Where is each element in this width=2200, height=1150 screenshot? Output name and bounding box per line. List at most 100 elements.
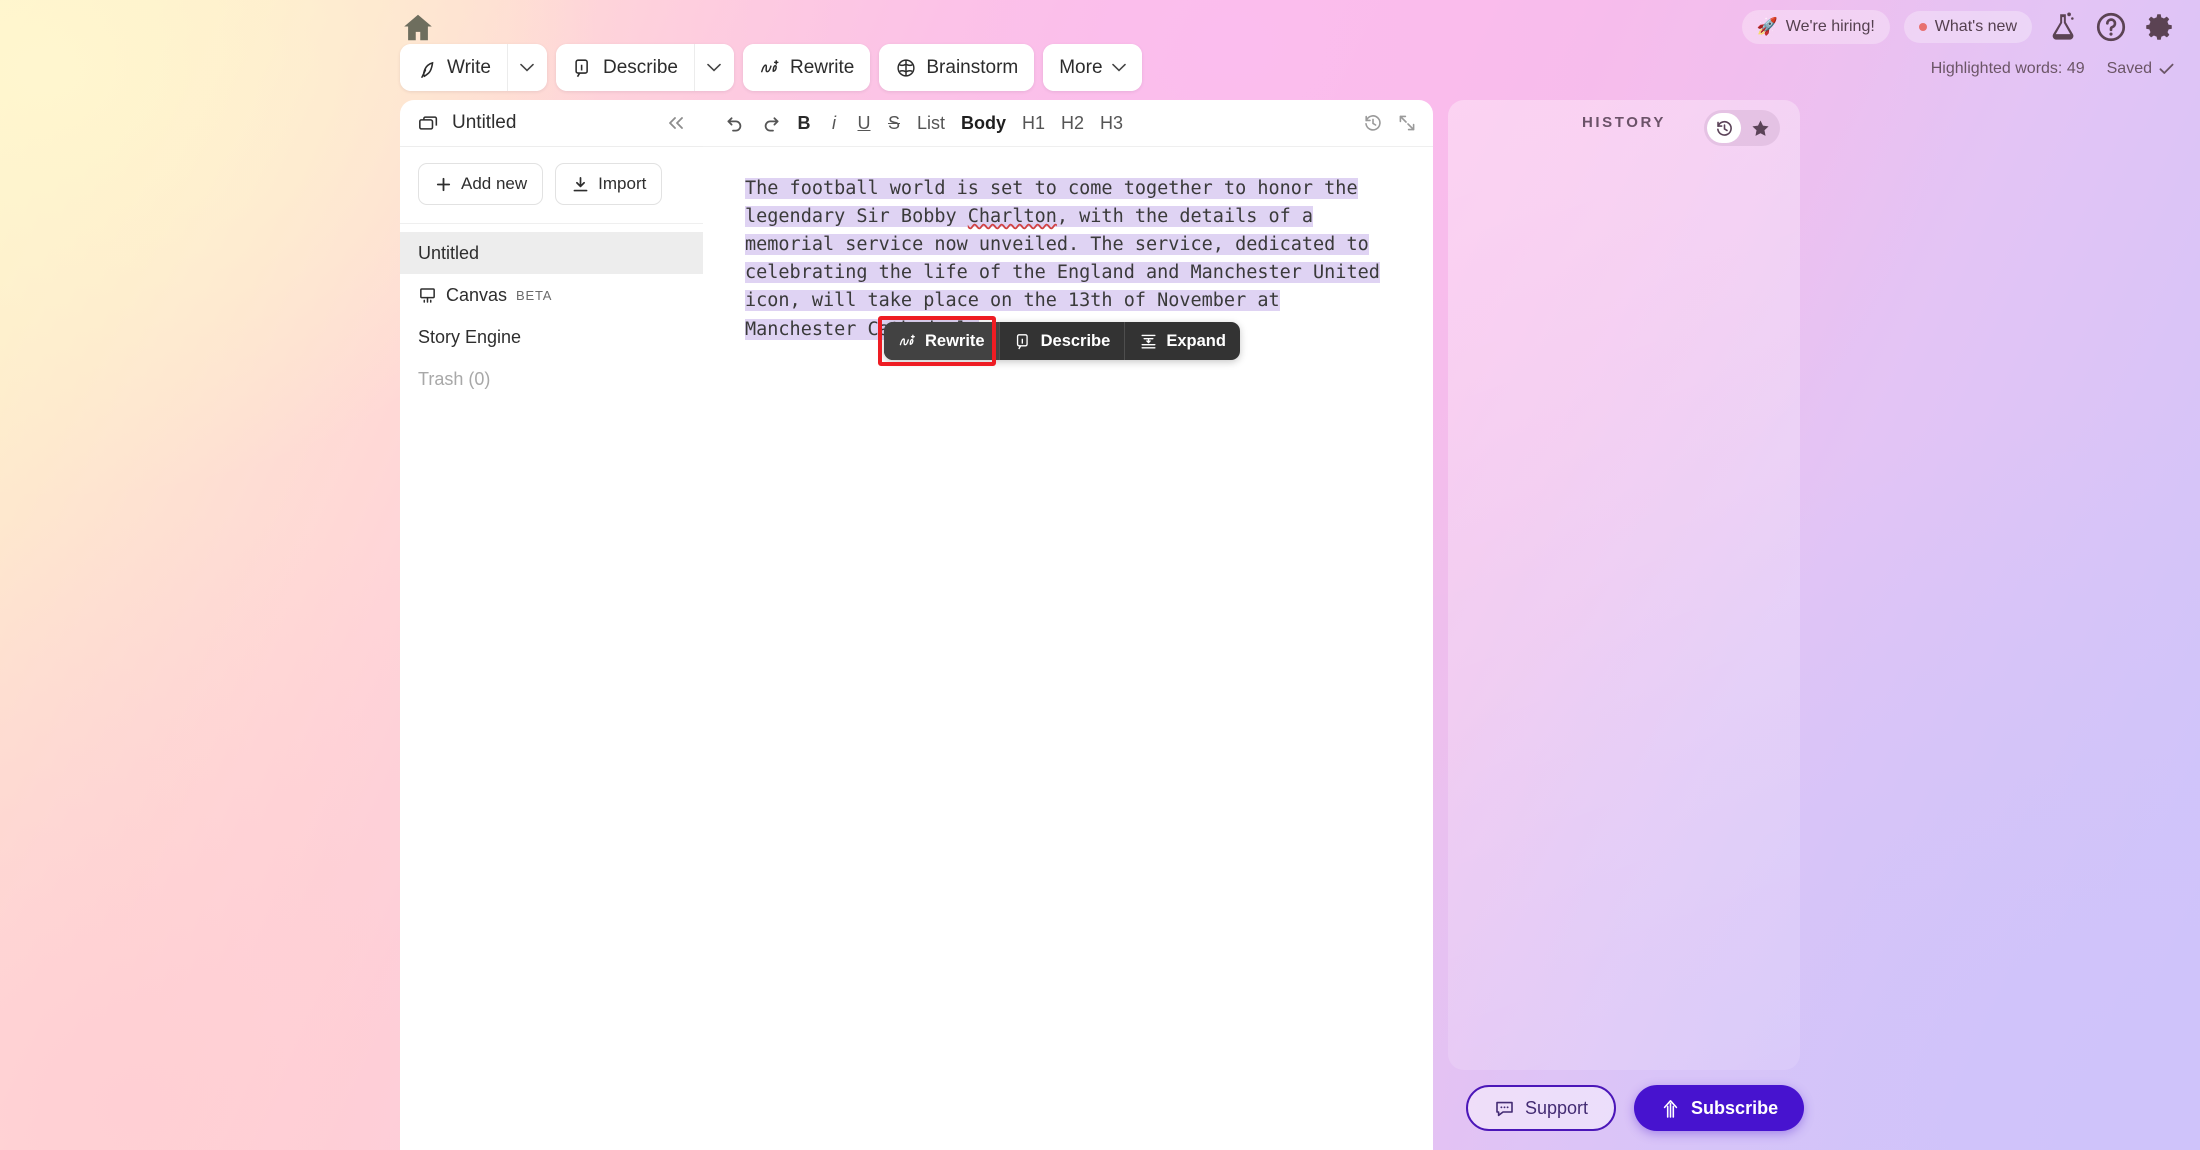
floating-describe-button[interactable]: Describe xyxy=(998,322,1125,360)
sidebar-item-trash[interactable]: Trash (0) xyxy=(400,358,703,400)
write-dropdown-toggle[interactable] xyxy=(506,44,547,91)
undo-button[interactable] xyxy=(719,107,751,139)
brainstorm-label: Brainstorm xyxy=(926,56,1019,78)
chevron-down-icon xyxy=(1111,63,1126,72)
add-new-button[interactable]: Add new xyxy=(418,163,544,205)
import-button[interactable]: Import xyxy=(555,163,663,205)
sidebar-header: Untitled xyxy=(400,100,703,147)
document-body[interactable]: The football world is set to come togeth… xyxy=(703,147,1433,344)
sidebar-item-label: Untitled xyxy=(418,242,480,263)
sidebar-item-label: Trash (0) xyxy=(418,368,491,389)
write-label: Write xyxy=(447,56,491,78)
history-panel: HISTORY xyxy=(1448,100,1800,1070)
describe-label: Describe xyxy=(602,56,678,78)
floating-rewrite-button[interactable]: Rewrite xyxy=(884,322,999,360)
expand-lines-icon xyxy=(1139,332,1158,351)
import-icon xyxy=(573,176,588,191)
brain-icon xyxy=(895,57,917,79)
tool-group-rewrite: Rewrite xyxy=(742,44,871,91)
tool-group-brainstorm: Brainstorm xyxy=(879,44,1035,91)
describe-button[interactable]: Describe xyxy=(555,44,694,91)
sidebar-item-untitled[interactable]: Untitled xyxy=(400,232,703,274)
describe-card-icon xyxy=(1014,332,1033,351)
floating-expand-label: Expand xyxy=(1166,331,1226,350)
history-view-toggle xyxy=(1704,110,1780,146)
home-icon[interactable] xyxy=(400,10,436,46)
editor-status-row: Highlighted words: 49 Saved xyxy=(1931,60,2174,78)
strikethrough-button[interactable]: S xyxy=(881,107,907,139)
floating-rewrite-label: Rewrite xyxy=(925,331,985,350)
history-title: HISTORY xyxy=(1581,114,1667,131)
top-right-actions: 🚀 We're hiring! What's new xyxy=(1741,10,2176,44)
history-tab-favorites[interactable] xyxy=(1743,113,1777,143)
gear-icon[interactable] xyxy=(2142,10,2176,44)
support-button[interactable]: Support xyxy=(1466,1085,1617,1131)
editor-panel: B i U S List Body H1 H2 H3 The football … xyxy=(703,100,1433,1150)
rocket-icon: 🚀 xyxy=(1756,17,1778,36)
help-circle-icon[interactable] xyxy=(2094,10,2128,44)
ai-sparkle-icon xyxy=(759,57,781,79)
redo-icon xyxy=(764,117,779,132)
brainstorm-button[interactable]: Brainstorm xyxy=(879,44,1035,91)
clock-history-icon xyxy=(1716,120,1732,136)
more-button[interactable]: More xyxy=(1043,44,1142,91)
folder-icon xyxy=(418,112,440,134)
tool-group-describe: Describe xyxy=(555,44,734,91)
arrow-up-icon xyxy=(1660,1098,1681,1119)
chevrons-left-icon[interactable] xyxy=(665,114,687,132)
list-button[interactable]: List xyxy=(911,107,951,139)
ai-sparkle-icon xyxy=(898,332,917,351)
h2-button[interactable]: H2 xyxy=(1055,107,1090,139)
tool-group-more: More xyxy=(1043,44,1142,91)
subscribe-label: Subscribe xyxy=(1691,1097,1779,1118)
lab-flask-icon[interactable] xyxy=(2046,10,2080,44)
h1-button[interactable]: H1 xyxy=(1016,107,1051,139)
history-tab-recent[interactable] xyxy=(1707,113,1741,143)
describe-dropdown-toggle[interactable] xyxy=(693,44,734,91)
status-badge: Saved xyxy=(2107,60,2174,78)
misspelled-word[interactable]: Charlton xyxy=(967,206,1057,228)
import-label: Import xyxy=(598,174,647,193)
sidebar-item-label: Canvas xyxy=(446,284,508,305)
more-label: More xyxy=(1059,56,1103,78)
editor-toolbar: B i U S List Body H1 H2 H3 xyxy=(703,100,1433,147)
rewrite-label: Rewrite xyxy=(789,56,855,78)
sidebar-item-story-engine[interactable]: Story Engine xyxy=(400,316,703,358)
whats-new-button[interactable]: What's new xyxy=(1903,11,2032,43)
ai-action-bar: Rewrite Describe Expand xyxy=(884,322,1240,360)
sidebar-actions: Add new Import xyxy=(400,147,703,224)
subscribe-button[interactable]: Subscribe xyxy=(1634,1085,1805,1131)
redo-button[interactable] xyxy=(755,107,787,139)
sidebar-item-canvas[interactable]: Canvas BETA xyxy=(400,274,703,316)
sidebar-title: Untitled xyxy=(452,112,517,133)
bottom-action-buttons: Support Subscribe xyxy=(1466,1085,1805,1131)
rewrite-button[interactable]: Rewrite xyxy=(742,44,871,91)
body-style-button[interactable]: Body xyxy=(955,107,1012,139)
chat-bubble-icon xyxy=(1494,1098,1515,1119)
support-label: Support xyxy=(1525,1097,1589,1118)
italic-button[interactable]: i xyxy=(821,107,847,139)
expand-diagonal-icon[interactable] xyxy=(1397,113,1417,133)
check-icon xyxy=(2159,63,2174,74)
sidebar-item-list: Untitled Canvas BETA Story Engine Trash … xyxy=(400,224,703,400)
sidebar-item-label: Story Engine xyxy=(418,326,522,347)
were-hiring-button[interactable]: 🚀 We're hiring! xyxy=(1741,10,1890,44)
clock-history-icon[interactable] xyxy=(1363,113,1383,133)
document-paragraph[interactable]: The football world is set to come togeth… xyxy=(745,175,1389,344)
bold-button[interactable]: B xyxy=(791,107,817,139)
write-button[interactable]: Write xyxy=(400,44,507,91)
beta-badge: BETA xyxy=(516,287,553,303)
star-icon xyxy=(1751,120,1769,136)
floating-describe-label: Describe xyxy=(1040,331,1111,350)
saved-label: Saved xyxy=(2106,60,2152,77)
history-header: HISTORY xyxy=(1448,100,1800,146)
tool-group-write: Write xyxy=(400,44,547,91)
easel-icon xyxy=(418,286,437,305)
undo-icon xyxy=(727,117,742,132)
describe-card-icon xyxy=(572,57,594,79)
h3-button[interactable]: H3 xyxy=(1094,107,1129,139)
highlighted-words-label: Highlighted words: 49 xyxy=(1930,60,2085,77)
underline-button[interactable]: U xyxy=(851,107,877,139)
floating-expand-button[interactable]: Expand xyxy=(1124,322,1240,360)
editor-toolbar-right xyxy=(1363,113,1417,133)
